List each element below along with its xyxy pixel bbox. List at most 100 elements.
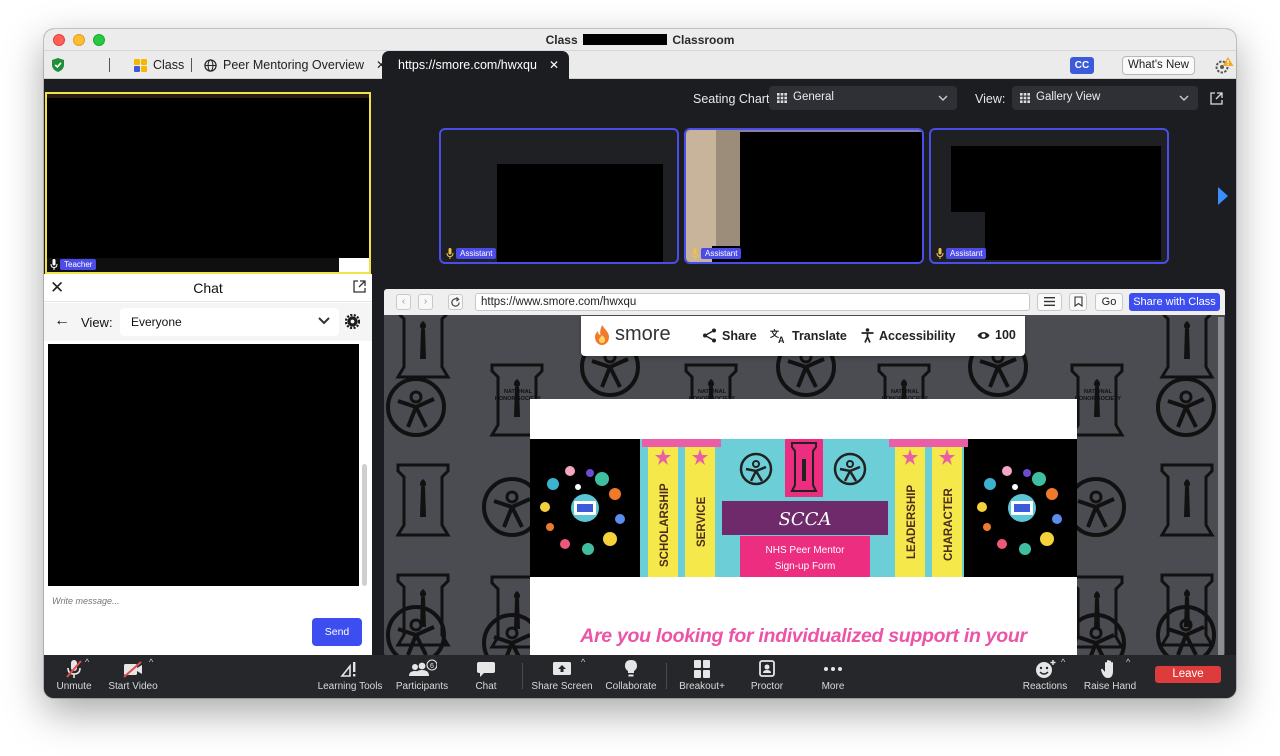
reactions-label: Reactions <box>1022 681 1068 692</box>
participants-button[interactable]: 6 Participants <box>394 659 450 698</box>
tab-separator <box>191 58 192 72</box>
video-frame <box>686 130 716 262</box>
globe-icon <box>204 58 217 72</box>
popout-icon[interactable] <box>1210 92 1223 105</box>
settings-warning-icon[interactable] <box>1214 57 1234 75</box>
chevron-up-icon[interactable]: ^ <box>581 657 585 667</box>
popout-icon[interactable] <box>353 280 366 293</box>
chat-view-label: View: <box>81 315 113 330</box>
proctor-button[interactable]: Proctor <box>744 659 790 698</box>
gallery-view-label: View: <box>975 92 1006 106</box>
chevron-down-icon <box>938 95 948 101</box>
microphone-icon <box>50 259 58 270</box>
reload-icon <box>451 297 460 307</box>
window-title-suffix: Classroom <box>672 33 735 47</box>
tab-peer-mentoring-label: Peer Mentoring Overview <box>223 58 365 72</box>
chat-message-input[interactable] <box>52 594 292 608</box>
raised-hand-icon <box>1101 660 1113 678</box>
chat-view-row: ← View: Everyone <box>44 303 372 341</box>
seating-chart-label: Seating Chart: <box>693 92 773 106</box>
smore-logo-text: smore <box>615 323 671 345</box>
toolbar-separator <box>522 663 523 689</box>
back-arrow-icon[interactable]: ← <box>54 312 70 330</box>
bookmark-button[interactable] <box>1069 293 1087 311</box>
assistant-video-tile[interactable]: Assistant <box>439 128 679 264</box>
assistant-video-tile[interactable]: Assistant <box>929 128 1169 264</box>
gallery-view-value: Gallery View <box>1036 91 1101 103</box>
start-video-label: Start Video <box>108 681 158 692</box>
chevron-up-icon[interactable]: ^ <box>1061 657 1065 667</box>
unmute-button[interactable]: Unmute <box>52 659 96 698</box>
breakout-rooms-icon <box>694 660 710 678</box>
collaborate-label: Collaborate <box>605 681 657 692</box>
pillar-leadership: LEADERSHIP <box>906 485 918 559</box>
breakout-button[interactable]: Breakout+ <box>677 659 727 698</box>
seating-chart-select[interactable]: General <box>769 86 957 110</box>
smore-translate-label: Translate <box>792 328 847 343</box>
bookmark-icon <box>1073 296 1083 308</box>
assistant-video-tile[interactable]: Assistant <box>684 128 924 264</box>
browser-scrollbar[interactable] <box>1218 317 1224 656</box>
next-page-arrow-icon[interactable] <box>1218 187 1228 205</box>
tab-peer-mentoring[interactable]: Peer Mentoring Overview ✕ <box>204 51 386 79</box>
leave-button[interactable]: Leave <box>1155 666 1221 683</box>
menu-button[interactable] <box>1037 293 1062 311</box>
browser-url-input[interactable] <box>475 293 1030 311</box>
closed-captions-button[interactable]: CC <box>1070 57 1094 74</box>
smore-view-count-value: 100 <box>995 328 1016 342</box>
emblem-text: HONOR SOCIETY <box>1075 396 1121 402</box>
reload-button[interactable] <box>448 294 463 310</box>
tab-smore-url[interactable]: https://smore.com/hwxqu ✕ <box>382 51 569 79</box>
smore-accessibility-label: Accessibility <box>879 328 956 343</box>
gear-icon[interactable] <box>345 314 360 329</box>
gallery-view-select[interactable]: Gallery View <box>1012 86 1198 110</box>
redacted-video <box>497 164 663 262</box>
translate-icon: 文 A <box>770 328 785 343</box>
microphone-icon <box>691 248 699 259</box>
smore-content-card: SCHOLARSHIP SERVICE LEADERSHIP CHARACTER <box>530 399 1077 656</box>
chat-button[interactable]: Chat <box>469 659 503 698</box>
tech-icons-left <box>540 466 625 555</box>
smore-accessibility-button[interactable]: Accessibility <box>861 328 955 343</box>
chevron-up-icon[interactable]: ^ <box>149 657 153 667</box>
teacher-video-tile[interactable]: Teacher <box>45 92 371 274</box>
more-label: More <box>821 681 845 692</box>
share-screen-label: Share Screen <box>531 681 593 692</box>
whats-new-button[interactable]: What's New <box>1122 56 1195 75</box>
smore-share-button[interactable]: Share <box>702 328 757 343</box>
raise-hand-label: Raise Hand <box>1083 681 1137 692</box>
window-title-prefix: Class <box>545 33 578 47</box>
breakout-label: Breakout+ <box>679 681 725 692</box>
shield-check-icon[interactable] <box>52 58 64 72</box>
class-logo-icon <box>134 58 147 72</box>
microphone-muted-icon <box>66 660 82 678</box>
chat-message-list[interactable] <box>48 344 359 586</box>
lightbulb-icon <box>625 660 637 677</box>
chat-bubble-icon <box>477 662 495 677</box>
send-button[interactable]: Send <box>312 618 362 646</box>
chat-scrollbar[interactable] <box>362 464 367 586</box>
tab-smore-url-label: https://smore.com/hwxqu <box>398 58 537 72</box>
share-with-class-button[interactable]: Share with Class <box>1129 293 1220 311</box>
tech-icons-right <box>977 466 1062 555</box>
smore-translate-button[interactable]: 文 A Translate <box>770 328 847 343</box>
more-button[interactable]: More <box>815 659 851 698</box>
pillar-scholarship: SCHOLARSHIP <box>659 483 671 567</box>
collaborate-button[interactable]: Collaborate <box>604 659 658 698</box>
smore-logo[interactable]: smore <box>593 323 671 346</box>
learning-tools-button[interactable]: Learning Tools <box>316 659 384 698</box>
banner-subtitle-line2: Sign-up Form <box>775 561 836 572</box>
back-button[interactable]: ‹ <box>396 294 411 310</box>
chat-recipient-select[interactable]: Everyone <box>120 308 339 336</box>
participants-count: 6 <box>430 663 434 670</box>
teacher-name-tag: Teacher <box>60 259 97 270</box>
close-tab-icon[interactable]: ✕ <box>549 58 559 72</box>
tab-class[interactable]: Class <box>134 51 184 79</box>
smore-flame-icon <box>595 324 609 345</box>
forward-button[interactable]: › <box>418 294 433 310</box>
chevron-up-icon[interactable]: ^ <box>85 657 89 667</box>
video-off-icon <box>123 661 142 678</box>
go-button[interactable]: Go <box>1095 293 1123 311</box>
learning-tools-label: Learning Tools <box>317 681 383 692</box>
chevron-up-icon[interactable]: ^ <box>1126 657 1130 667</box>
